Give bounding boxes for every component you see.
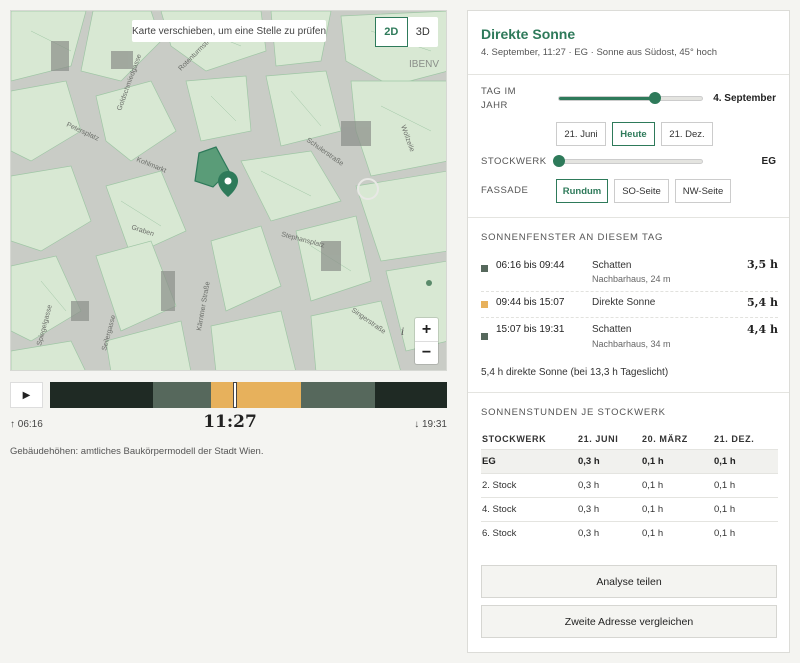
table-row[interactable]: 6. Stock 0,3 h 0,1 h 0,1 h <box>481 520 778 545</box>
sun-summary: 5,4 h direkte Sonne (bei 13,3 h Tageslic… <box>481 367 669 378</box>
timeline-segment <box>374 382 447 408</box>
timeline-segment <box>301 382 375 408</box>
share-analysis-button[interactable]: Analyse teilen <box>481 565 777 598</box>
window-time: 09:44 bis 15:07 <box>496 297 565 308</box>
divider <box>468 74 789 75</box>
table-cell: 0,3 h <box>577 472 641 497</box>
table-cell: 0,3 h <box>577 520 641 545</box>
divider <box>468 392 789 393</box>
facade-label: Fassade <box>481 185 529 196</box>
window-kind: Schatten <box>592 260 632 271</box>
window-kind: Direkte Sonne <box>592 297 656 308</box>
table-row[interactable]: 2. Stock 0,3 h 0,1 h 0,1 h <box>481 472 778 497</box>
zoom-out-button[interactable]: − <box>415 341 438 364</box>
floor-label: Stockwerk <box>481 156 547 167</box>
compare-address-button[interactable]: Zweite Adresse vergleichen <box>481 605 777 638</box>
table-cell: 0,1 h <box>641 472 713 497</box>
floor-hours-table: STOCKWERK 21. JUNI 20. MÄRZ 21. DEZ. EG … <box>481 429 778 545</box>
hours-title: Sonnenstunden je Stockwerk <box>481 407 666 418</box>
window-swatch <box>481 301 488 308</box>
table-cell: 0,3 h <box>577 448 641 473</box>
timeline-segment <box>153 382 211 408</box>
day-preset-december[interactable]: 21. Dez. <box>661 122 713 146</box>
column-header: 21. DEZ. <box>714 433 755 444</box>
window-swatch <box>481 333 488 340</box>
column-header: 20. MÄRZ <box>642 433 688 444</box>
table-row[interactable]: EG 0,3 h 0,1 h 0,1 h <box>481 448 778 473</box>
table-cell: 0,1 h <box>713 472 778 497</box>
map-view[interactable]: Petersplatz Graben Kohlmarkt Stephanspla… <box>10 10 447 371</box>
column-header: STOCKWERK <box>482 433 547 444</box>
facade-nw-button[interactable]: NW-Seite <box>675 179 731 203</box>
day-slider-fill <box>559 97 655 100</box>
window-duration: 3,5 h <box>747 258 778 271</box>
day-preset-june[interactable]: 21. Juni <box>556 122 606 146</box>
day-label: Tag im Jahr <box>481 86 517 111</box>
divider <box>481 291 778 292</box>
timeline-segment <box>210 382 302 408</box>
window-time: 06:16 bis 09:44 <box>496 260 565 271</box>
info-icon[interactable]: i <box>401 327 404 338</box>
divider <box>481 317 778 318</box>
sunset-time: ↓ 19:31 <box>414 419 447 430</box>
window-note: Nachbarhaus, 24 m <box>592 274 671 284</box>
timeline-segment <box>50 382 154 408</box>
street-label: IBENV <box>409 59 439 70</box>
panel-subtitle: 4. September, 11:27 · EG · Sonne aus Süd… <box>481 47 717 58</box>
sun-window-row: 15:07 bis 19:31 Schatten Nachbarhaus, 34… <box>481 323 778 354</box>
view-toggle[interactable]: 2D 3D <box>375 17 438 47</box>
window-swatch <box>481 265 488 272</box>
table-cell: 0,1 h <box>641 448 713 473</box>
time-slider-thumb[interactable] <box>232 382 237 408</box>
panel-title: Direkte Sonne <box>481 26 576 42</box>
map-hint: Karte verschieben, um eine Stelle zu prü… <box>132 20 326 42</box>
table-cell: 0,1 h <box>713 520 778 545</box>
time-slider[interactable] <box>50 382 447 408</box>
window-duration: 5,4 h <box>747 296 778 309</box>
view-3d-button[interactable]: 3D <box>408 17 439 47</box>
current-time: 11:27 <box>203 412 257 432</box>
map-canvas[interactable]: Petersplatz Graben Kohlmarkt Stephanspla… <box>11 11 447 371</box>
floor-slider[interactable] <box>553 155 703 167</box>
view-2d-button[interactable]: 2D <box>375 17 408 47</box>
divider <box>468 217 789 218</box>
table-cell: 0,1 h <box>713 448 778 473</box>
play-icon: ▶ <box>22 389 31 401</box>
floor-value: EG <box>761 156 776 167</box>
table-cell: 2. Stock <box>481 472 577 497</box>
window-time: 15:07 bis 19:31 <box>496 324 565 335</box>
play-button[interactable]: ▶ <box>10 382 43 408</box>
table-cell: 6. Stock <box>481 520 577 545</box>
day-preset-today[interactable]: Heute <box>612 122 655 146</box>
floor-slider-knob[interactable] <box>553 155 565 167</box>
zoom-in-button[interactable]: + <box>415 318 438 341</box>
window-note: Nachbarhaus, 34 m <box>592 339 671 349</box>
sunrise-time: ↑ 06:16 <box>10 419 43 430</box>
facade-all-button[interactable]: Rundum <box>556 179 608 203</box>
facade-se-button[interactable]: SO-Seite <box>614 179 669 203</box>
day-slider[interactable] <box>558 92 703 104</box>
window-duration: 4,4 h <box>747 323 778 336</box>
table-cell: 0,1 h <box>641 496 713 521</box>
table-cell: 0,1 h <box>641 520 713 545</box>
table-cell: 0,3 h <box>577 496 641 521</box>
table-cell: EG <box>481 448 577 473</box>
table-cell: 0,1 h <box>713 496 778 521</box>
zoom-control: + − <box>415 318 438 364</box>
day-value: 4. September <box>713 93 776 104</box>
table-row[interactable]: 4. Stock 0,3 h 0,1 h 0,1 h <box>481 496 778 521</box>
table-header-row: STOCKWERK 21. JUNI 20. MÄRZ 21. DEZ. <box>481 429 778 449</box>
day-slider-knob[interactable] <box>648 92 661 104</box>
analysis-panel: Direkte Sonne 4. September, 11:27 · EG ·… <box>467 10 790 653</box>
table-cell: 4. Stock <box>481 496 577 521</box>
data-source-note: Gebäudehöhen: amtliches Baukörpermodell … <box>10 446 264 457</box>
sun-window-row: 06:16 bis 09:44 Schatten Nachbarhaus, 24… <box>481 258 778 288</box>
window-kind: Schatten <box>592 324 632 335</box>
windows-title: Sonnenfenster an diesem Tag <box>481 232 664 243</box>
sun-window-row: 09:44 bis 15:07 Direkte Sonne 5,4 h <box>481 296 778 317</box>
column-header: 21. JUNI <box>578 433 619 444</box>
